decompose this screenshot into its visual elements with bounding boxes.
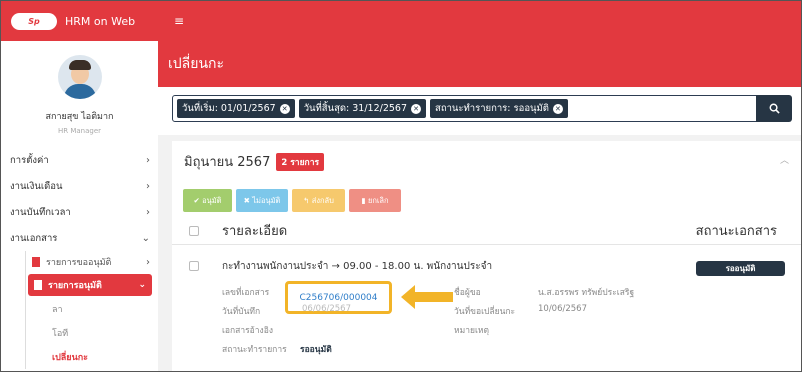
- change-date: 10/06/2567: [538, 304, 587, 314]
- reply-icon: ↰: [303, 196, 312, 205]
- count-badge: 2 รายการ: [276, 152, 325, 171]
- cancel-label: ยกเลิก: [367, 195, 389, 205]
- search-icon: [769, 103, 780, 114]
- sidebar-item-request-list[interactable]: รายการขออนุมัติ ›: [26, 251, 158, 273]
- arrow-left-icon: [401, 285, 453, 309]
- chevron-down-icon: ⌄: [141, 232, 150, 244]
- chevron-down-icon: ⌄: [138, 280, 146, 290]
- user-profile: สกายสุข ไอติมาก HR Manager: [1, 41, 158, 147]
- filter-chip-status[interactable]: สถานะทำรายการ: รออนุมัติ ✕: [430, 99, 568, 118]
- status-badge: รออนุมัติ: [696, 261, 785, 276]
- approve-button[interactable]: ✔ อนุมัติ: [183, 189, 232, 212]
- sidebar-item-label: การตั้งค่า: [10, 154, 49, 166]
- filter-chip-label: วันที่เริ่ม: 01/01/2567: [182, 103, 276, 114]
- reject-button[interactable]: ✖ ไม่อนุมัติ: [236, 189, 288, 212]
- txn-status-label: สถานะทำรายการ: [222, 345, 287, 355]
- top-bar: ≡: [158, 1, 801, 41]
- sidebar-item-payroll[interactable]: งานเงินเดือน ›: [1, 173, 158, 199]
- hamburger-menu-icon[interactable]: ≡: [174, 14, 184, 28]
- sidebar-item-leave[interactable]: ลา: [26, 297, 158, 321]
- brand-bar: Sp HRM on Web: [1, 1, 158, 41]
- column-header-detail: รายละเอียด: [222, 224, 288, 239]
- sidebar-item-label: งานเงินเดือน: [10, 180, 63, 192]
- page-header: เปลี่ยนกะ: [158, 41, 801, 87]
- sidebar-item-documents[interactable]: งานเอกสาร ⌄: [1, 225, 158, 251]
- table-header: รายละเอียด สถานะเอกสาร: [172, 217, 801, 245]
- user-name: สกายสุข ไอติมาก: [45, 112, 114, 122]
- check-icon: ✔: [193, 196, 203, 205]
- record-date-label: วันที่บันทึก: [222, 307, 261, 317]
- ref-doc-label: เอกสารอ้างอิง: [222, 326, 273, 336]
- sidebar-item-shift[interactable]: เปลี่ยนกะ: [26, 345, 158, 369]
- filter-chip-start-date[interactable]: วันที่เริ่ม: 01/01/2567 ✕: [177, 99, 295, 118]
- search-button[interactable]: [756, 95, 792, 122]
- filter-bar: วันที่เริ่ม: 01/01/2567 ✕ วันที่สิ้นสุด:…: [158, 87, 801, 135]
- approve-label: อนุมัติ: [202, 195, 222, 205]
- sidebar-item-label: งานเอกสาร: [10, 232, 58, 244]
- chevron-right-icon: ›: [146, 154, 150, 166]
- column-header-status: สถานะเอกสาร: [695, 224, 777, 239]
- reject-label: ไม่อนุมัติ: [252, 195, 281, 205]
- app-logo[interactable]: Sp: [11, 12, 57, 30]
- filter-input[interactable]: วันที่เริ่ม: 01/01/2567 ✕ วันที่สิ้นสุด:…: [172, 95, 759, 122]
- sidebar-item-label: รายการขออนุมัติ: [46, 258, 112, 268]
- chevron-right-icon: ›: [146, 206, 150, 218]
- month-group-panel: มิถุนายน 2567 2 รายการ ︿ ✔ อนุมัติ ✖ ไม่…: [172, 141, 801, 371]
- user-role: HR Manager: [57, 127, 102, 135]
- close-icon[interactable]: ✕: [411, 103, 422, 114]
- sidebar: Sp HRM on Web สกายสุข ไอติมาก HR Manager…: [1, 1, 158, 371]
- doc-no-label: เลขที่เอกสาร: [222, 288, 270, 298]
- record-date: 06/06/2567: [302, 304, 351, 314]
- app-name[interactable]: HRM on Web: [65, 15, 135, 28]
- record-title: กะทำงานพนักงานประจำ → 09.00 - 18.00 น. พ…: [222, 261, 493, 272]
- chevron-right-icon: ›: [146, 180, 150, 192]
- filter-chip-label: วันที่สิ้นสุด: 31/12/2567: [303, 103, 408, 114]
- close-icon[interactable]: ✕: [279, 103, 290, 114]
- txn-status-value: รออนุมัติ: [300, 345, 332, 355]
- doc-number-link[interactable]: C256706/000004: [299, 293, 377, 303]
- document-icon: [34, 280, 42, 290]
- chevron-right-icon: ›: [146, 256, 150, 268]
- filter-chip-end-date[interactable]: วันที่สิ้นสุด: 31/12/2567 ✕: [298, 99, 427, 118]
- avatar[interactable]: [57, 55, 102, 99]
- change-date-label: วันที่ขอเปลี่ยนกะ: [454, 307, 516, 317]
- sidebar-item-approve-list[interactable]: รายการอนุมัติ ⌄: [28, 274, 152, 296]
- sidebar-item-settings[interactable]: การตั้งค่า ›: [1, 147, 158, 173]
- cancel-button[interactable]: ▮ ยกเลิก: [349, 189, 401, 212]
- select-all-checkbox[interactable]: [189, 225, 199, 236]
- x-icon: ✖: [243, 196, 253, 205]
- action-toolbar: ✔ อนุมัติ ✖ ไม่อนุมัติ ↰ ส่งกลับ ▮ ยกเลิ…: [183, 189, 405, 212]
- row-checkbox[interactable]: [189, 261, 199, 271]
- table-row: กะทำงานพนักงานประจำ → 09.00 - 18.00 น. พ…: [172, 251, 801, 361]
- requester-name: น.ส.อรรพร ทรัพย์ประเสริฐ: [538, 288, 635, 298]
- requester-label: ชื่อผู้ขอ: [454, 288, 481, 298]
- sidebar-item-label: งานบันทึกเวลา: [10, 206, 71, 218]
- filter-chip-label: สถานะทำรายการ: รออนุมัติ: [435, 103, 549, 114]
- sidebar-menu: การตั้งค่า › งานเงินเดือน › งานบันทึกเวล…: [1, 147, 158, 251]
- note-label: หมายเหตุ: [454, 326, 489, 336]
- page-title: เปลี่ยนกะ: [168, 56, 225, 72]
- app-window: Sp HRM on Web สกายสุข ไอติมาก HR Manager…: [0, 0, 802, 372]
- month-group-header[interactable]: มิถุนายน 2567 2 รายการ: [184, 151, 325, 172]
- sidebar-item-label: รายการอนุมัติ: [48, 281, 102, 291]
- sidebar-item-ot[interactable]: โอที: [26, 321, 158, 345]
- chevron-up-icon[interactable]: ︿: [780, 153, 789, 166]
- close-icon[interactable]: ✕: [552, 103, 563, 114]
- documents-submenu: รายการขออนุมัติ › รายการอนุมัติ ⌄ ลา โอท…: [25, 251, 158, 369]
- sidebar-item-time[interactable]: งานบันทึกเวลา ›: [1, 199, 158, 225]
- month-title: มิถุนายน 2567: [184, 155, 271, 170]
- return-button[interactable]: ↰ ส่งกลับ: [292, 189, 345, 212]
- document-icon: [32, 257, 40, 267]
- return-label: ส่งกลับ: [311, 195, 334, 205]
